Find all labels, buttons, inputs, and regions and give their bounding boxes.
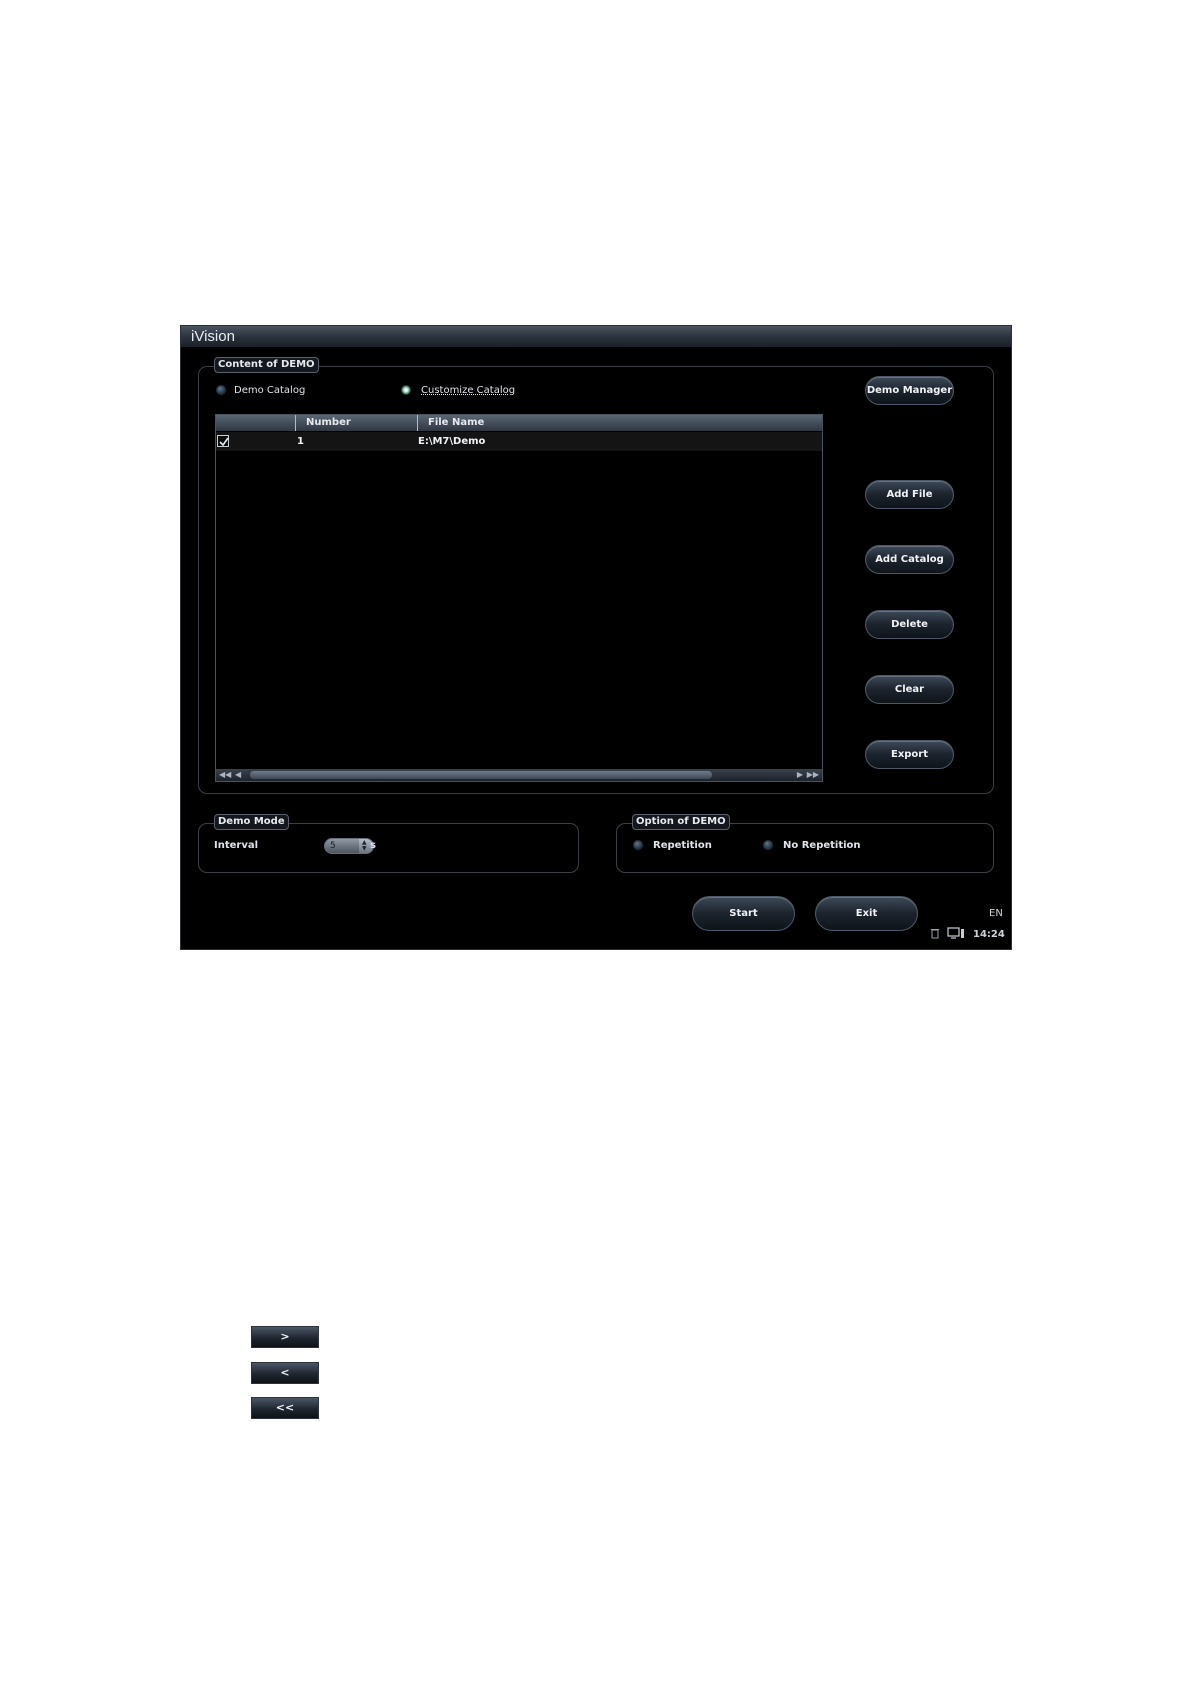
interval-label: Interval (214, 840, 259, 851)
row-number: 1 (297, 436, 304, 447)
no-repetition-label[interactable]: No Repetition (783, 840, 861, 851)
demo-file-table: Number File Name 1 E:\M7\Demo ◀◀ ◀ ▶ ▶▶ (215, 414, 823, 782)
scroll-last-icon[interactable]: ▶▶ (807, 769, 819, 781)
customize-catalog-label[interactable]: Customize Catalog (421, 385, 515, 396)
next-button[interactable]: > (251, 1326, 319, 1348)
column-header-file-name[interactable]: File Name (417, 415, 484, 431)
table-row[interactable]: 1 E:\M7\Demo (216, 432, 822, 451)
start-button[interactable]: Start (692, 896, 795, 931)
trash-icon (929, 927, 941, 942)
first-button[interactable]: << (251, 1397, 319, 1419)
demo-catalog-label[interactable]: Demo Catalog (234, 385, 305, 396)
repetition-label[interactable]: Repetition (653, 840, 712, 851)
add-file-button[interactable]: Add File (865, 480, 954, 509)
window-title: iVision (181, 326, 1011, 347)
prev-button[interactable]: < (251, 1362, 319, 1384)
checkmark-icon (219, 437, 229, 447)
clear-button[interactable]: Clear (865, 675, 954, 704)
table-header: Number File Name (216, 415, 822, 431)
horizontal-scrollbar[interactable]: ◀◀ ◀ ▶ ▶▶ (216, 769, 822, 781)
scroll-left-icon[interactable]: ◀ (235, 769, 241, 781)
interval-unit: s (370, 840, 376, 851)
language-indicator: EN (989, 908, 1003, 919)
exit-button[interactable]: Exit (815, 896, 918, 931)
interval-spinbox[interactable]: 5 ▲ ▼ (324, 838, 374, 854)
demo-manager-button[interactable]: Demo Manager (865, 376, 954, 405)
interval-value[interactable]: 5 (330, 839, 336, 853)
option-of-demo-legend: Option of DEMO (632, 814, 730, 830)
demo-mode-group: Demo Mode Interval 5 ▲ ▼ s (198, 814, 579, 873)
content-of-demo-group: Content of DEMO Demo Catalog Customize C… (198, 357, 994, 794)
add-catalog-button[interactable]: Add Catalog (865, 545, 954, 574)
clock-time: 14:24 (973, 929, 1005, 940)
scroll-first-icon[interactable]: ◀◀ (219, 769, 231, 781)
scrollbar-thumb[interactable] (250, 771, 712, 779)
row-file-name: E:\M7\Demo (418, 436, 486, 447)
scroll-right-icon[interactable]: ▶ (797, 769, 803, 781)
export-button[interactable]: Export (865, 740, 954, 769)
spin-down-icon[interactable]: ▼ (362, 846, 367, 852)
delete-button[interactable]: Delete (865, 610, 954, 639)
demo-catalog-radio[interactable] (216, 385, 226, 395)
monitor-icon (947, 927, 965, 942)
option-of-demo-group: Option of DEMO Repetition No Repetition (616, 814, 994, 873)
row-checkbox[interactable] (217, 435, 229, 447)
column-header-number[interactable]: Number (295, 415, 351, 431)
customize-catalog-radio[interactable] (401, 385, 411, 395)
repetition-radio[interactable] (633, 840, 643, 850)
no-repetition-radio[interactable] (763, 840, 773, 850)
content-of-demo-legend: Content of DEMO (214, 357, 319, 373)
ivision-window: iVision Content of DEMO Demo Catalog Cus… (180, 325, 1012, 950)
demo-mode-legend: Demo Mode (214, 814, 289, 830)
